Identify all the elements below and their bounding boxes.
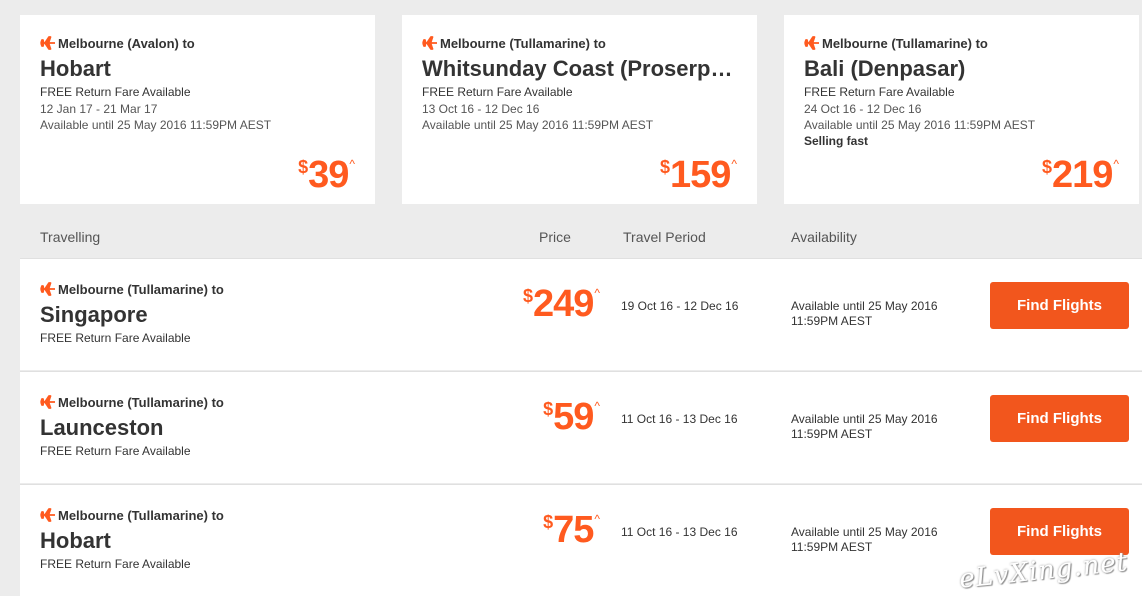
destination-title: Singapore <box>40 302 148 327</box>
route-origin: Melbourne (Tullamarine) to <box>58 281 224 297</box>
price: $ 39 ^ <box>298 156 355 194</box>
route-origin: Melbourne (Tullamarine) to <box>58 507 224 523</box>
price-amount: 39 <box>308 154 349 196</box>
selling-fast-badge: Selling fast <box>804 134 869 148</box>
route-line: Melbourne (Tullamarine) to <box>40 507 224 523</box>
header-travelling: Travelling <box>40 229 101 245</box>
travel-dates: 12 Jan 17 - 21 Mar 17 <box>40 102 158 116</box>
row-route-info: Melbourne (Tullamarine) to Singapore FRE… <box>40 281 224 346</box>
plane-icon <box>40 36 55 50</box>
plane-icon <box>40 282 55 296</box>
table-row: Melbourne (Tullamarine) to Launceston FR… <box>20 371 1142 483</box>
price: $ 249 ^ <box>523 285 600 323</box>
route-line: Melbourne (Tullamarine) to <box>40 281 224 297</box>
availability-date: Available until 25 May 2016 <box>791 412 938 426</box>
featured-card-bali[interactable]: Melbourne (Tullamarine) to Bali (Denpasa… <box>784 15 1139 204</box>
availability-time: 11:59PM AEST <box>791 314 873 328</box>
header-price: Price <box>539 229 571 245</box>
availability-time: 11:59PM AEST <box>791 427 873 441</box>
find-flights-button[interactable]: Find Flights <box>990 395 1129 442</box>
availability-note: Available until 25 May 2016 11:59PM AEST <box>791 412 961 442</box>
price-caret: ^ <box>594 512 600 526</box>
price-caret: ^ <box>731 157 737 171</box>
route-line: Melbourne (Tullamarine) to <box>422 35 737 51</box>
price: $ 159 ^ <box>660 156 737 194</box>
destination-title: Whitsunday Coast (Proserpine) <box>422 56 737 81</box>
price: $ 219 ^ <box>1042 156 1119 194</box>
free-return-note: FREE Return Fare Available <box>40 331 191 345</box>
travel-dates: 13 Oct 16 - 12 Dec 16 <box>422 102 540 116</box>
free-return-note: FREE Return Fare Available <box>804 85 955 99</box>
plane-icon <box>40 395 55 409</box>
availability-note: Available until 25 May 2016 11:59PM AEST <box>804 118 1036 132</box>
route-line: Melbourne (Tullamarine) to <box>40 394 224 410</box>
price-amount: 159 <box>669 154 731 196</box>
table-header: Travelling Price Travel Period Availabil… <box>20 220 1142 258</box>
plane-icon <box>804 36 819 50</box>
plane-icon <box>40 508 55 522</box>
price-amount: 59 <box>553 396 594 438</box>
availability-note: Available until 25 May 2016 11:59PM AEST <box>791 299 961 329</box>
row-route-info: Melbourne (Tullamarine) to Launceston FR… <box>40 394 224 459</box>
price: $ 59 ^ <box>543 398 600 436</box>
price: $ 75 ^ <box>543 511 600 549</box>
free-return-note: FREE Return Fare Available <box>40 85 191 99</box>
price-currency: $ <box>1041 157 1052 177</box>
free-return-note: FREE Return Fare Available <box>422 85 573 99</box>
free-return-note: FREE Return Fare Available <box>40 444 191 458</box>
destination-title: Launceston <box>40 415 164 440</box>
price-currency: $ <box>522 286 533 306</box>
destination-title: Hobart <box>40 56 111 81</box>
route-line: Melbourne (Avalon) to <box>40 35 355 51</box>
route-origin: Melbourne (Tullamarine) to <box>58 394 224 410</box>
route-origin: Melbourne (Avalon) to <box>58 35 195 51</box>
price-currency: $ <box>543 399 554 419</box>
price-amount: 219 <box>1051 154 1113 196</box>
route-line: Melbourne (Tullamarine) to <box>804 35 1119 51</box>
table-row: Melbourne (Tullamarine) to Singapore FRE… <box>20 258 1142 370</box>
featured-card-hobart[interactable]: Melbourne (Avalon) to Hobart FREE Return… <box>20 15 375 204</box>
find-flights-button[interactable]: Find Flights <box>990 508 1129 555</box>
destination-title: Hobart <box>40 528 111 553</box>
availability-date: Available until 25 May 2016 <box>791 299 938 313</box>
travel-period: 11 Oct 16 - 13 Dec 16 <box>621 412 738 426</box>
price-currency: $ <box>659 157 670 177</box>
destination-title: Bali (Denpasar) <box>804 56 966 81</box>
price-amount: 75 <box>553 509 594 551</box>
price-caret: ^ <box>1113 157 1119 171</box>
price-currency: $ <box>298 157 309 177</box>
travel-period: 19 Oct 16 - 12 Dec 16 <box>621 299 739 313</box>
route-origin: Melbourne (Tullamarine) to <box>822 35 988 51</box>
price-caret: ^ <box>594 399 600 413</box>
row-route-info: Melbourne (Tullamarine) to Hobart FREE R… <box>40 507 224 572</box>
find-flights-button[interactable]: Find Flights <box>990 282 1129 329</box>
travel-dates: 24 Oct 16 - 12 Dec 16 <box>804 102 922 116</box>
route-origin: Melbourne (Tullamarine) to <box>440 35 606 51</box>
price-currency: $ <box>543 512 554 532</box>
header-travel-period: Travel Period <box>623 229 706 245</box>
availability-date: Available until 25 May 2016 <box>791 525 938 539</box>
availability-note: Available until 25 May 2016 11:59PM AEST <box>40 118 272 132</box>
availability-note: Available until 25 May 2016 11:59PM AEST <box>791 525 961 555</box>
price-caret: ^ <box>594 286 600 300</box>
price-amount: 249 <box>532 283 594 325</box>
featured-deals: Melbourne (Avalon) to Hobart FREE Return… <box>0 0 1142 204</box>
plane-icon <box>422 36 437 50</box>
availability-time: 11:59PM AEST <box>791 540 873 554</box>
header-availability: Availability <box>791 229 857 245</box>
featured-card-whitsunday[interactable]: Melbourne (Tullamarine) to Whitsunday Co… <box>402 15 757 204</box>
availability-note: Available until 25 May 2016 11:59PM AEST <box>422 118 654 132</box>
travel-period: 11 Oct 16 - 13 Dec 16 <box>621 525 738 539</box>
free-return-note: FREE Return Fare Available <box>40 557 191 571</box>
price-caret: ^ <box>349 157 355 171</box>
